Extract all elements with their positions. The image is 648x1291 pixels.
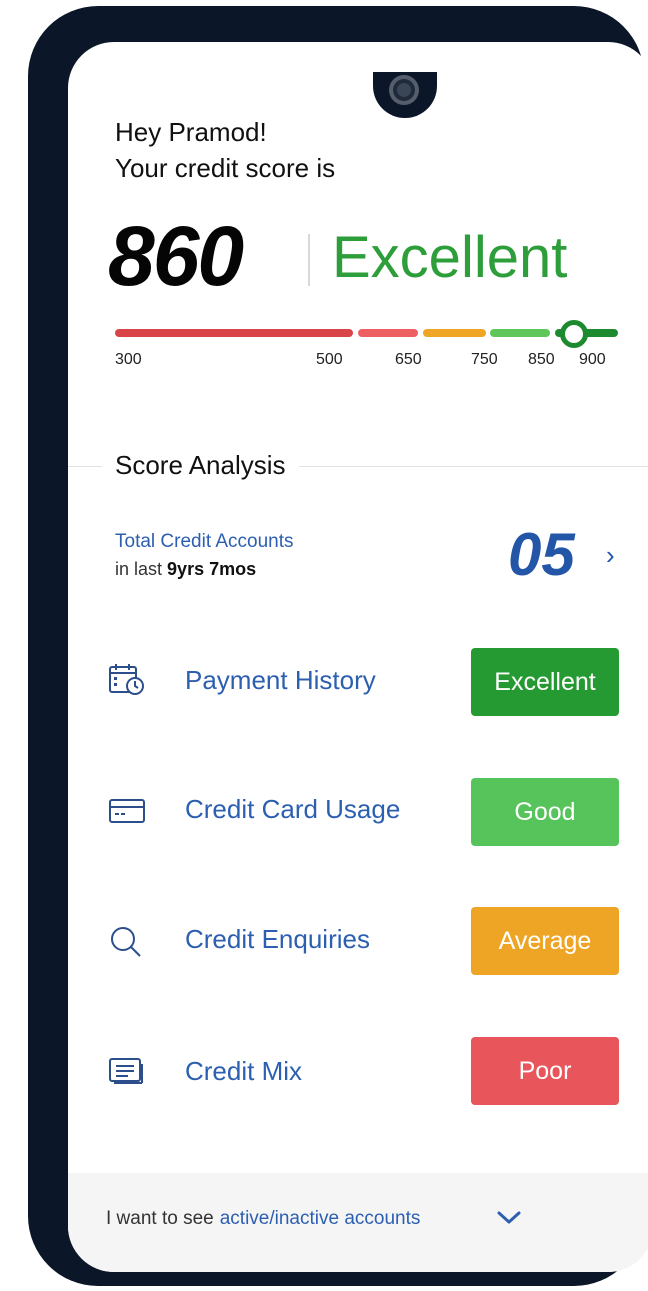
document-icon xyxy=(109,1058,143,1084)
calendar-clock-icon xyxy=(109,664,144,695)
status-badge: Good xyxy=(471,778,619,846)
status-badge: Average xyxy=(471,907,619,975)
camera-icon xyxy=(389,75,419,105)
total-accounts-count: 05 xyxy=(508,521,575,588)
factor-label: Credit Mix xyxy=(185,1056,303,1086)
factor-label: Payment History xyxy=(185,665,376,695)
search-icon xyxy=(111,927,141,957)
status-badge: Poor xyxy=(471,1037,619,1105)
scale-tick: 650 xyxy=(395,351,422,368)
credit-score-rating: Excellent xyxy=(332,225,568,290)
scale-tick: 850 xyxy=(528,351,555,368)
period-prefix: in last xyxy=(115,559,163,579)
phone-frame: Hey Pramod! Your credit score is 860 Exc… xyxy=(28,6,648,1286)
credit-score-value: 860 xyxy=(108,209,244,303)
score-divider xyxy=(308,234,310,286)
scale-segment-good xyxy=(490,329,550,337)
chevron-down-icon[interactable] xyxy=(496,1210,522,1226)
greeting-subtitle: Your credit score is xyxy=(115,153,336,183)
app-screen: Hey Pramod! Your credit score is 860 Exc… xyxy=(68,42,648,1272)
scale-tick: 750 xyxy=(471,351,498,368)
score-marker xyxy=(560,320,588,348)
scale-segment-poor xyxy=(115,329,353,337)
filter-selected-value[interactable]: active/inactive accounts xyxy=(220,1208,421,1229)
account-filter[interactable]: I want to see active/inactive accounts xyxy=(106,1206,420,1232)
scale-tick: 500 xyxy=(316,351,343,368)
status-badge: Excellent xyxy=(471,648,619,716)
camera-notch xyxy=(373,72,437,118)
scale-segment-fair xyxy=(358,329,418,337)
chevron-right-icon[interactable]: › xyxy=(606,540,615,570)
period-value: 9yrs 7mos xyxy=(167,559,257,579)
scale-tick: 900 xyxy=(579,351,606,368)
scale-segment-average xyxy=(423,329,486,337)
total-accounts-label: Total Credit Accounts xyxy=(115,531,294,552)
factor-label: Credit Enquiries xyxy=(185,924,370,954)
section-title: Score Analysis xyxy=(102,446,299,484)
credit-card-icon xyxy=(109,799,145,823)
factor-label: Credit Card Usage xyxy=(185,794,401,824)
filter-prefix: I want to see xyxy=(106,1208,214,1229)
scale-tick: 300 xyxy=(115,351,142,368)
greeting: Hey Pramod! Your credit score is xyxy=(115,114,335,186)
total-accounts-period: in last 9yrs 7mos xyxy=(115,557,256,581)
greeting-name: Hey Pramod! xyxy=(115,117,267,147)
